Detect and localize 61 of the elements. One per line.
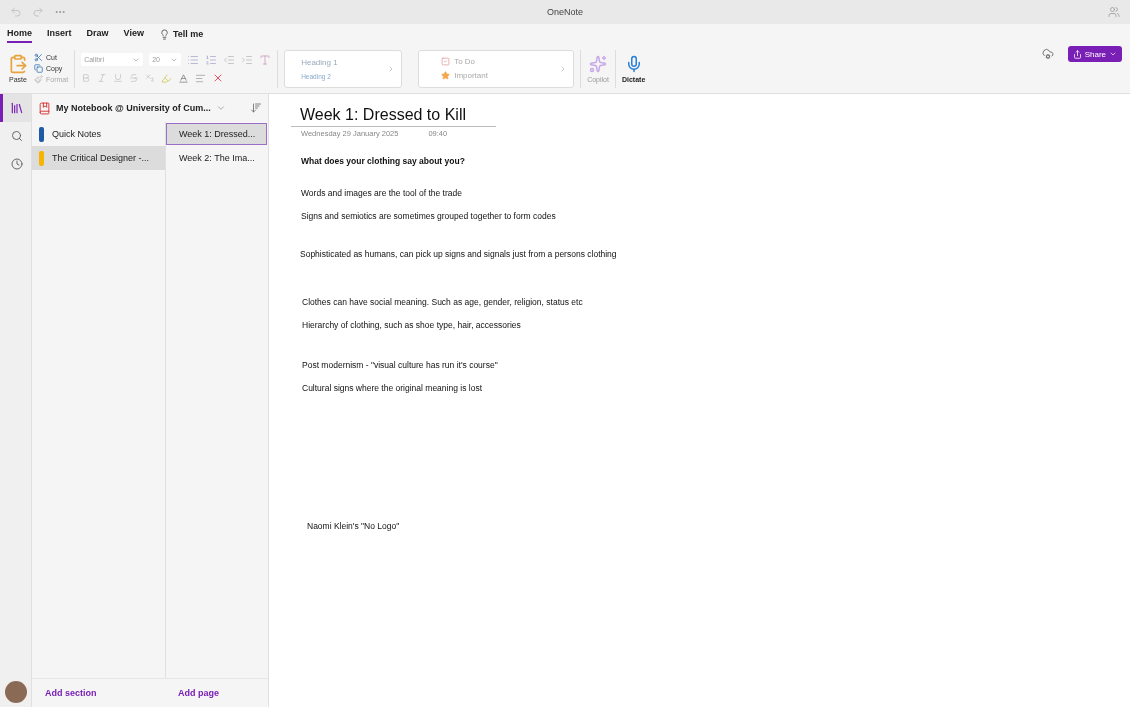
bold-icon[interactable] xyxy=(81,73,92,83)
note-text: Post modernism - "visual culture has run it's course" xyxy=(302,360,499,370)
window-title: OneNote xyxy=(547,7,583,17)
clipboard-icon xyxy=(8,54,28,74)
page-item[interactable]: Week 1: Dressed... xyxy=(166,123,267,145)
star-icon xyxy=(441,71,451,80)
ribbon-tab[interactable]: Insert xyxy=(47,25,72,43)
add-section-link[interactable]: Add section xyxy=(32,679,165,707)
lightbulb-icon xyxy=(158,28,170,40)
avatar[interactable] xyxy=(4,681,27,703)
note-text: Sophisticated as humans, can pick up signs and signals just from a persons clothing xyxy=(300,249,618,259)
note-text: What does your clothing say about you? xyxy=(301,156,466,166)
tell-me-button[interactable]: Tell me xyxy=(158,28,204,40)
section-label: Quick Notes xyxy=(52,129,102,139)
search-icon xyxy=(11,130,23,142)
strikethrough-icon[interactable] xyxy=(129,73,140,83)
share-button[interactable]: Share xyxy=(1067,46,1122,62)
add-page-link[interactable]: Add page xyxy=(165,679,268,707)
indent-icon[interactable] xyxy=(241,53,254,66)
share-icon xyxy=(1072,49,1082,59)
highlighter-icon[interactable] xyxy=(161,72,173,84)
ribbon-tab[interactable]: Home xyxy=(7,25,32,43)
sparkle-icon xyxy=(589,54,608,73)
note-text: Words and images are the tool of the trade xyxy=(301,188,463,198)
chevron-icon xyxy=(1109,50,1117,58)
outdent-icon[interactable] xyxy=(223,53,236,66)
note-text: Clothes can have social meaning. Such as age, gender, religion, status etc xyxy=(302,297,584,307)
styles-icon[interactable] xyxy=(259,53,272,66)
cloud-sync-icon[interactable] xyxy=(1041,48,1054,60)
scissors-icon xyxy=(34,53,43,62)
section-item[interactable]: The Critical Designer -... xyxy=(32,146,165,170)
chevron-icon[interactable] xyxy=(215,103,226,113)
numbering-icon[interactable] xyxy=(205,53,218,66)
note-text: Signs and semiotics are sometimes grouped together to form codes xyxy=(301,211,557,221)
people-icon[interactable] xyxy=(1108,6,1120,18)
notebook-icon[interactable] xyxy=(38,101,51,115)
redo-icon[interactable] xyxy=(32,6,44,18)
font-color-icon[interactable] xyxy=(178,72,190,84)
align-icon[interactable] xyxy=(195,72,207,84)
note-text: Cultural signs where the original meaning is lost xyxy=(302,383,483,393)
page-title[interactable]: Week 1: Dressed to Kill xyxy=(291,106,496,127)
section-item[interactable]: Quick Notes xyxy=(32,122,165,146)
notebooks-button[interactable] xyxy=(0,94,31,122)
bullets-icon[interactable] xyxy=(187,53,200,66)
notebook-title[interactable]: My Notebook @ University of Cum... xyxy=(56,103,211,113)
ribbon-tab[interactable]: Draw xyxy=(86,25,109,43)
note-text: Hierarchy of clothing, such as shoe type, hair, accessories xyxy=(302,320,522,330)
subscript-icon[interactable] xyxy=(145,73,156,83)
ribbon-tab[interactable]: View xyxy=(123,25,144,43)
checkbox-icon xyxy=(441,57,451,66)
underline-icon[interactable] xyxy=(113,73,124,83)
page-item[interactable]: Week 2: The Ima... xyxy=(166,147,267,169)
books-icon xyxy=(10,101,24,115)
sort-icon[interactable] xyxy=(250,102,262,114)
undo-icon[interactable] xyxy=(10,6,22,18)
section-label: The Critical Designer -... xyxy=(52,153,150,163)
brush-icon xyxy=(34,75,43,84)
copy-icon xyxy=(34,64,43,73)
note-text: Naomi Klein's "No Logo" xyxy=(307,521,401,531)
italic-icon[interactable] xyxy=(97,73,108,83)
clock-icon xyxy=(11,158,23,170)
